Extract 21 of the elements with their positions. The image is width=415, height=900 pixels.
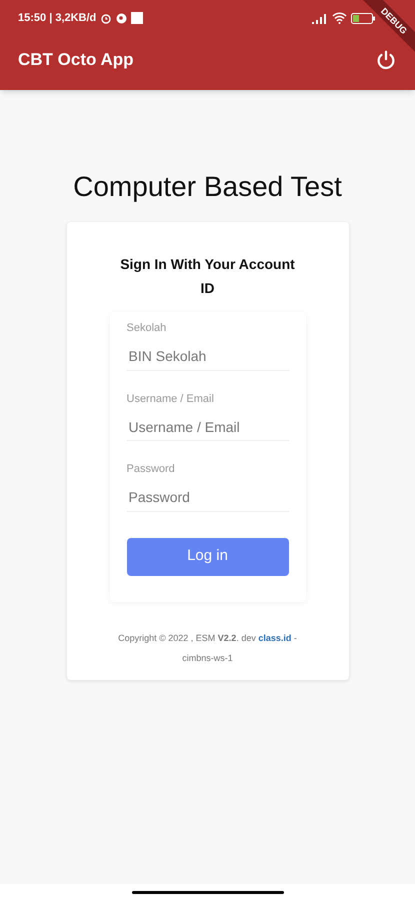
wifi-icon <box>332 12 347 24</box>
app-title: CBT Octo App <box>18 49 135 72</box>
power-button[interactable] <box>375 49 397 71</box>
battery-icon <box>351 12 375 24</box>
card-title: Sign In With Your Account ID <box>119 255 296 298</box>
input-field[interactable]: Password <box>126 484 288 512</box>
input-field[interactable]: BIN Sekolah <box>126 342 288 370</box>
signal-icon <box>312 12 328 24</box>
app-icon <box>116 12 128 24</box>
login-button[interactable]: Log in <box>126 538 288 576</box>
field-label: Username / Email <box>126 392 215 406</box>
square-icon <box>131 12 144 24</box>
field-label: Password <box>126 462 176 477</box>
status-time: 15:50 | 3,2KB/d <box>18 10 96 26</box>
field-label: Sekolah <box>126 321 168 336</box>
alarm-icon <box>100 12 112 24</box>
input-field[interactable]: Username / Email <box>126 413 288 441</box>
dev-link[interactable]: class.id <box>258 632 292 642</box>
home-indicator[interactable] <box>132 890 284 894</box>
page-heading: Computer Based Test <box>72 170 343 204</box>
copyright-text: Copyright © 2022 , ESM V2.2. dev class.id - cimbns-ws-1 <box>117 632 298 664</box>
